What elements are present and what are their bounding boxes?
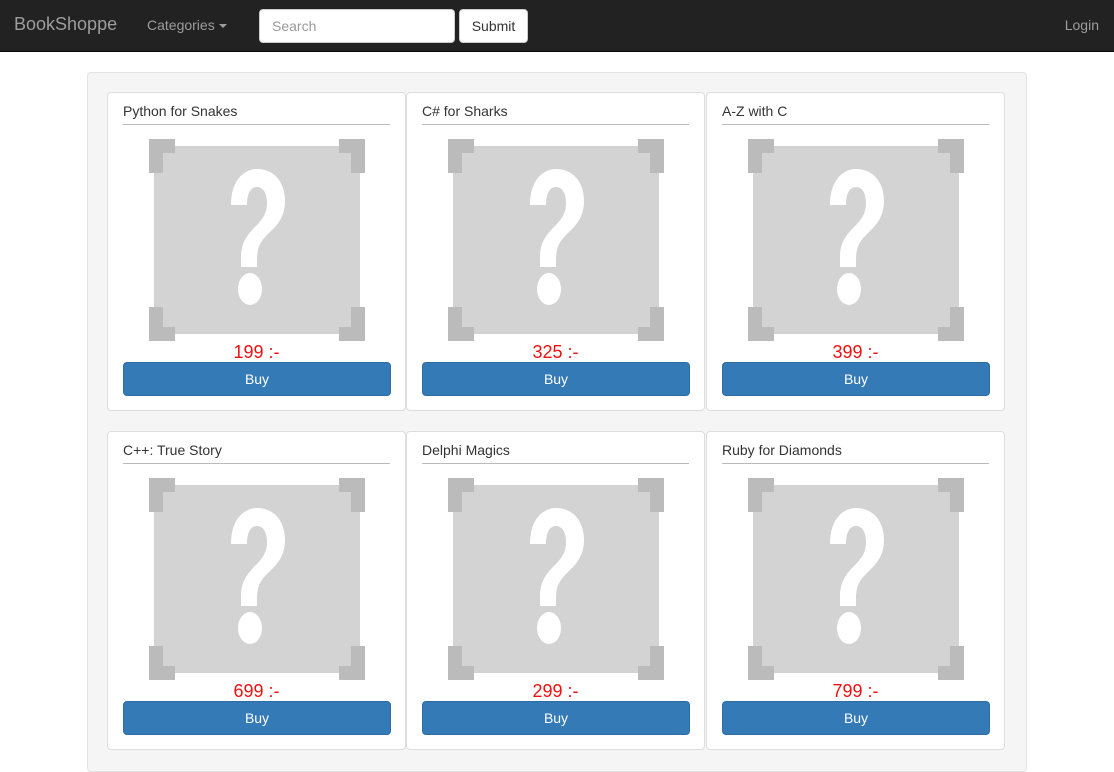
- top-navbar: BookShoppe Categories Submit Login: [0, 0, 1114, 52]
- product-price: 699 :-: [233, 681, 280, 701]
- brand-link[interactable]: BookShoppe: [14, 14, 117, 35]
- product-title: A-Z with C: [722, 103, 989, 125]
- product-card: A-Z with C 399 :- Buy: [706, 92, 1005, 411]
- product-card: Ruby for Diamonds 799 :- Buy: [706, 431, 1005, 750]
- product-card: Delphi Magics 299 :- Buy: [406, 431, 705, 750]
- buy-button[interactable]: Buy: [123, 362, 391, 396]
- product-price: 799 :-: [832, 681, 879, 701]
- product-price: 299 :-: [532, 681, 579, 701]
- product-title: Python for Snakes: [123, 103, 390, 125]
- login-link[interactable]: Login: [1065, 17, 1099, 33]
- buy-button[interactable]: Buy: [123, 701, 391, 735]
- buy-button[interactable]: Buy: [422, 701, 690, 735]
- placeholder-question-icon: [149, 478, 365, 680]
- caret-down-icon: [218, 24, 227, 29]
- placeholder-question-icon: [149, 139, 365, 341]
- placeholder-question-icon: [448, 139, 664, 341]
- buy-button[interactable]: Buy: [422, 362, 690, 396]
- product-title: C# for Sharks: [422, 103, 689, 125]
- placeholder-question-icon: [448, 478, 664, 680]
- placeholder-question-icon: [748, 139, 964, 341]
- product-title: Ruby for Diamonds: [722, 442, 989, 464]
- product-price: 325 :-: [532, 342, 579, 362]
- buy-button[interactable]: Buy: [722, 701, 990, 735]
- categories-label: Categories: [147, 17, 215, 33]
- product-title: Delphi Magics: [422, 442, 689, 464]
- submit-button[interactable]: Submit: [459, 9, 528, 43]
- product-price: 399 :-: [832, 342, 879, 362]
- buy-button[interactable]: Buy: [722, 362, 990, 396]
- product-card: C++: True Story 699 :- Buy: [107, 431, 406, 750]
- product-price: 199 :-: [233, 342, 280, 362]
- product-card: Python for Snakes 199 :- Buy: [107, 92, 406, 411]
- search-input[interactable]: [259, 9, 455, 43]
- categories-dropdown[interactable]: Categories: [147, 17, 227, 33]
- placeholder-question-icon: [748, 478, 964, 680]
- product-card: C# for Sharks 325 :- Buy: [406, 92, 705, 411]
- product-title: C++: True Story: [123, 442, 390, 464]
